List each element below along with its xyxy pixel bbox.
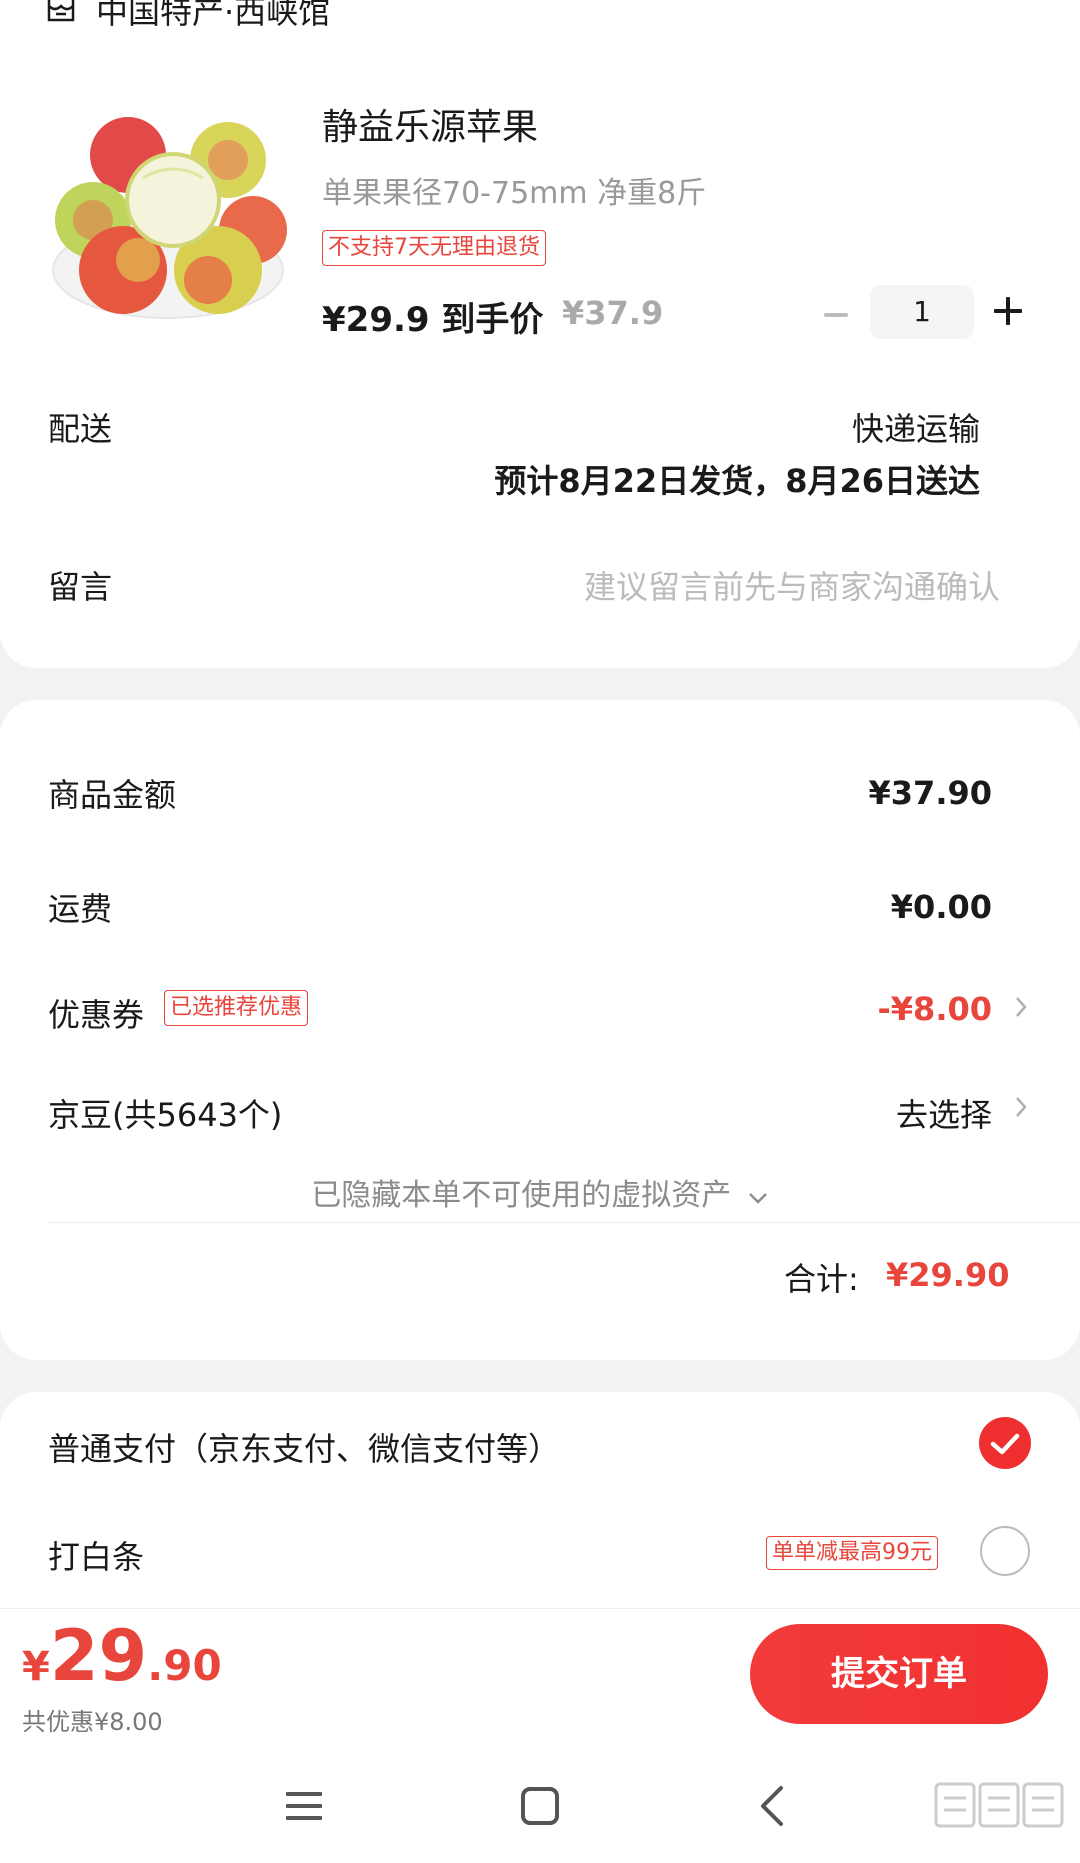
shipping-value: ¥0.00 bbox=[890, 888, 992, 926]
return-policy-badge: 不支持7天无理由退货 bbox=[322, 230, 546, 266]
total-saving: 共优惠¥8.00 bbox=[22, 1708, 163, 1736]
coupon-value[interactable]: -¥8.00 bbox=[878, 990, 993, 1028]
payment-normal-label[interactable]: 普通支付（京东支付、微信支付等） bbox=[48, 1424, 560, 1470]
pay-amount: ¥29.90 bbox=[22, 1615, 222, 1697]
note-label: 留言 bbox=[48, 568, 113, 606]
product-title[interactable]: 静益乐源苹果 bbox=[322, 98, 538, 150]
watermark-logo bbox=[930, 1780, 1070, 1856]
coupon-label[interactable]: 优惠券 bbox=[48, 990, 144, 1036]
currency-symbol: ¥ bbox=[22, 1644, 50, 1690]
home-icon[interactable] bbox=[514, 1780, 566, 1832]
checkout-page: 中国特产·西峡馆 静益乐源苹果 单果果径70-75mm 净重8斤 不支持7天无理… bbox=[0, 0, 1080, 1863]
checkmark-circle-icon[interactable] bbox=[978, 1416, 1032, 1470]
coupon-badge: 已选推荐优惠 bbox=[164, 990, 309, 1026]
total-value: ¥29.90 bbox=[886, 1256, 1010, 1294]
delivery-label: 配送 bbox=[48, 410, 113, 448]
product-spec: 单果果径70-75mm 净重8斤 bbox=[322, 176, 707, 211]
original-price: ¥37.9 bbox=[562, 294, 664, 332]
hidden-assets-toggle[interactable]: 已隐藏本单不可使用的虚拟资产 bbox=[0, 1170, 1080, 1214]
hidden-assets-label: 已隐藏本单不可使用的虚拟资产 bbox=[311, 1178, 732, 1213]
chevron-right-icon[interactable] bbox=[1014, 1095, 1028, 1119]
price-integer: 29 bbox=[49, 1615, 148, 1697]
price-decimal: .90 bbox=[147, 1641, 222, 1690]
delivery-estimate: 预计8月22日发货，8月26日送达 bbox=[494, 462, 980, 500]
baitiao-promo-badge: 单单减最高99元 bbox=[766, 1536, 938, 1570]
goods-amount-label: 商品金额 bbox=[48, 776, 177, 814]
minus-icon[interactable] bbox=[818, 297, 854, 333]
payment-baitiao-label[interactable]: 打白条 bbox=[48, 1532, 144, 1578]
baitiao-radio[interactable] bbox=[980, 1526, 1030, 1576]
shop-header[interactable]: 中国特产·西峡馆 bbox=[46, 0, 330, 32]
back-icon[interactable] bbox=[748, 1780, 800, 1832]
menu-icon[interactable] bbox=[278, 1780, 330, 1832]
jd-beans-select[interactable]: 去选择 bbox=[896, 1090, 992, 1136]
note-input[interactable]: 建议留言前先与商家沟通确认 bbox=[584, 562, 1000, 608]
plus-icon[interactable] bbox=[992, 295, 1024, 327]
shipping-label: 运费 bbox=[48, 890, 113, 928]
goods-amount-value: ¥37.90 bbox=[868, 774, 992, 812]
chevron-right-icon[interactable] bbox=[1014, 995, 1028, 1019]
shop-name: 中国特产·西峡馆 bbox=[96, 0, 331, 31]
submit-order-button[interactable]: 提交订单 bbox=[750, 1624, 1048, 1724]
quantity-value[interactable]: 1 bbox=[870, 285, 974, 339]
final-price: ¥29.9 到手价 bbox=[322, 300, 544, 340]
apple-product-image[interactable] bbox=[48, 100, 288, 330]
jd-beans-label[interactable]: 京豆(共5643个) bbox=[48, 1090, 282, 1136]
shop-icon bbox=[47, 0, 75, 22]
delivery-method[interactable]: 快递运输 bbox=[852, 404, 980, 450]
divider bbox=[48, 1222, 1080, 1223]
chevron-down-icon bbox=[748, 1193, 767, 1204]
total-label: 合计: bbox=[784, 1260, 859, 1298]
